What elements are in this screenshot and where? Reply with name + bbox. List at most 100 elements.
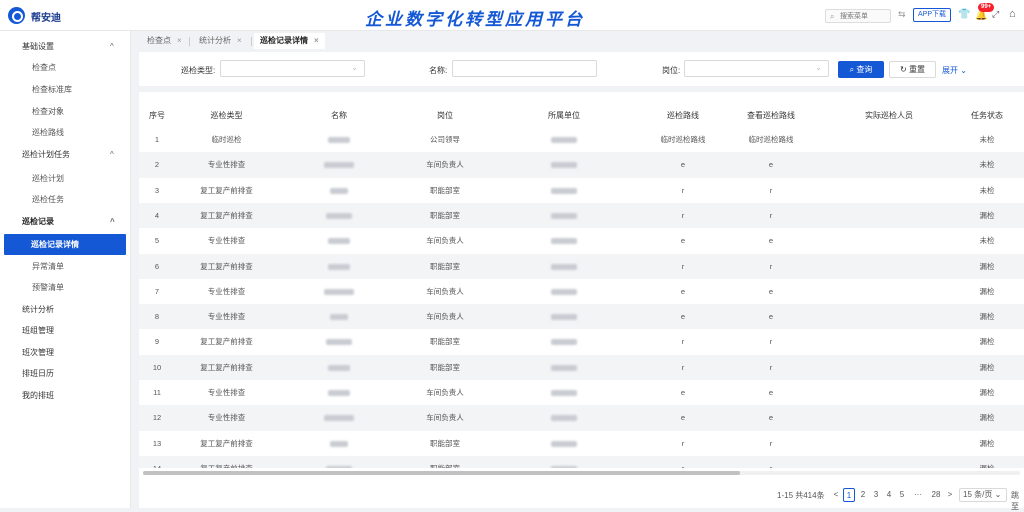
cell-inspector <box>829 380 949 405</box>
sidebar-item[interactable]: 巡检路线 <box>0 122 131 143</box>
post-select[interactable]: ⌄ <box>684 60 829 77</box>
table-row[interactable]: 5 专业性排查 车间负责人 e e 未检 <box>139 228 1024 254</box>
logo <box>8 7 25 24</box>
table-row[interactable]: 14复工复产前排查职能部室rr漏检 <box>139 455 1024 468</box>
table-row[interactable]: 8 专业性排查 车间负责人 e e 漏检 <box>139 304 1024 330</box>
next-page-button[interactable]: > <box>945 488 955 502</box>
sidebar-item[interactable]: 排班日历 <box>0 363 131 384</box>
cell-view: r <box>769 337 773 347</box>
page-1[interactable]: 1 <box>843 488 855 502</box>
table-row[interactable]: 1 临时巡检 公司领导 临时巡检路线 临时巡检路线 未检 <box>139 127 1024 153</box>
tab-statistics[interactable]: 统计分析 × <box>193 33 248 49</box>
table-row[interactable]: 2 专业性排查 车间负责人 e e 未检 <box>139 152 1024 178</box>
redacted-text <box>551 288 577 295</box>
fullscreen-icon[interactable]: ⤢ <box>992 9 999 20</box>
cell-type: 专业性排查 <box>207 388 246 397</box>
close-icon[interactable]: × <box>177 36 182 45</box>
column-header[interactable]: 实际巡检人员 <box>829 105 949 127</box>
column-header[interactable]: 查看巡检路线 <box>711 105 831 127</box>
cell-post: 车间负责人 <box>426 388 464 397</box>
cell-name-redacted <box>289 456 389 468</box>
reset-button[interactable]: ↻ 重置 <box>889 61 936 78</box>
sidebar-item[interactable]: 班次管理 <box>0 342 131 363</box>
sidebar-item[interactable]: 巡检任务 <box>0 189 131 210</box>
sidebar-item[interactable]: 我的排班 <box>0 385 131 406</box>
cell-status: 漏检 <box>979 210 995 220</box>
sidebar-item[interactable]: 统计分析 <box>0 299 131 320</box>
cell-post: 职能部室 <box>430 261 460 271</box>
page-28[interactable]: 28 <box>929 488 943 502</box>
cell-name-redacted <box>289 203 389 228</box>
swap-icon[interactable]: ⇆ <box>898 9 906 20</box>
cell-type: 复工复产前排查 <box>200 261 253 271</box>
tab-record-detail[interactable]: 巡检记录详情 × <box>254 33 325 49</box>
redacted-text <box>324 415 354 422</box>
table-row[interactable]: 9 复工复产前排查 职能部室 r r 漏检 <box>139 329 1024 355</box>
cell-inspector <box>829 304 949 329</box>
notification-button[interactable]: 🔔 99+ <box>975 3 995 21</box>
page-5[interactable]: 5 <box>897 488 907 502</box>
sidebar-item[interactable]: 异常清单 <box>0 256 131 277</box>
page-size-select[interactable]: 15 条/页 ⌄ <box>959 488 1007 502</box>
close-icon[interactable]: × <box>237 36 242 45</box>
cell-no: 5 <box>154 236 160 246</box>
home-icon[interactable]: ⌂ <box>1009 8 1016 20</box>
sidebar-item[interactable]: 检查标准库 <box>0 79 131 100</box>
sidebar-item[interactable]: 班组管理 <box>0 320 131 341</box>
sidebar-item[interactable]: 巡检计划 <box>0 168 131 189</box>
expand-filter-link[interactable]: 展开 ⌄ <box>942 65 967 76</box>
column-header[interactable]: 名称 <box>289 105 389 127</box>
table-row[interactable]: 7 专业性排查 车间负责人 e e 漏检 <box>139 278 1024 305</box>
table-row[interactable]: 6 复工复产前排查 职能部室 r r 漏检 <box>139 253 1024 279</box>
type-select[interactable]: ⌄ <box>220 60 365 77</box>
query-button[interactable]: ⌕ 查询 <box>838 61 884 78</box>
page-ellipsis[interactable]: ··· <box>910 488 926 502</box>
sidebar-item[interactable]: 检查点 <box>0 57 131 78</box>
table-row[interactable]: 13 复工复产前排查 职能部室 r r 漏检 <box>139 430 1024 456</box>
tab-checkpoint[interactable]: 检查点 × <box>141 33 188 49</box>
cell-type: 复工复产前排查 <box>200 438 253 448</box>
horizontal-scrollbar[interactable] <box>143 471 1020 475</box>
chevron-down-icon: ⌄ <box>815 63 822 72</box>
sidebar-item[interactable]: 预警清单 <box>0 277 131 298</box>
table-row[interactable]: 3 复工复产前排查 职能部室 r r 未检 <box>139 177 1024 203</box>
cell-type: 复工复产前排查 <box>179 456 274 468</box>
cell-type: 专业性排查 <box>207 236 246 246</box>
cell-unit-redacted <box>504 203 624 228</box>
redacted-text <box>551 212 577 219</box>
column-header[interactable]: 任务状态 <box>947 105 1024 127</box>
cell-no: 4 <box>154 210 160 220</box>
sidebar-item[interactable]: 巡检记录详情 <box>4 234 126 255</box>
sidebar-item[interactable]: 巡检计划任务 ^ <box>0 144 131 165</box>
close-icon[interactable]: × <box>314 36 319 45</box>
menu-search[interactable]: ⌕ <box>825 9 891 23</box>
app-download-button[interactable]: APP下载 <box>913 8 951 22</box>
column-header[interactable]: 巡检类型 <box>179 105 274 127</box>
page-3[interactable]: 3 <box>871 488 881 502</box>
table-row[interactable]: 4 复工复产前排查 职能部室 r r 漏检 <box>139 202 1024 229</box>
cell-status: 未检 <box>979 236 995 246</box>
sidebar-item-label: 巡检计划 <box>32 174 64 183</box>
sidebar-item[interactable]: 检查对象 <box>0 101 131 122</box>
cell-inspector <box>829 355 949 380</box>
cell-no: 11 <box>153 388 161 397</box>
column-header[interactable]: 序号 <box>143 105 171 127</box>
sidebar-item[interactable]: 基础设置 ^ <box>0 36 131 57</box>
scrollbar-thumb[interactable] <box>143 471 740 475</box>
cell-no: 2 <box>154 160 160 170</box>
cell-no: 13 <box>152 438 162 448</box>
table-row[interactable]: 12 专业性排查 车间负责人 e e 漏检 <box>139 405 1024 431</box>
cell-name-redacted <box>289 355 389 380</box>
menu-search-input[interactable] <box>840 11 888 21</box>
table-row[interactable]: 10 复工复产前排查 职能部室 r r 漏检 <box>139 354 1024 380</box>
page-4[interactable]: 4 <box>884 488 894 502</box>
column-header[interactable]: 岗位 <box>389 105 501 127</box>
prev-page-button[interactable]: < <box>831 488 841 502</box>
shirt-icon[interactable]: 👕 <box>958 9 970 20</box>
sidebar-item-label: 统计分析 <box>22 305 54 314</box>
name-input[interactable] <box>452 60 597 77</box>
page-2[interactable]: 2 <box>858 488 868 502</box>
sidebar-item[interactable]: 巡检记录 ^ <box>0 211 131 232</box>
table-row[interactable]: 11 专业性排查 车间负责人 e e 漏检 <box>139 380 1024 406</box>
column-header[interactable]: 所属单位 <box>504 105 624 127</box>
